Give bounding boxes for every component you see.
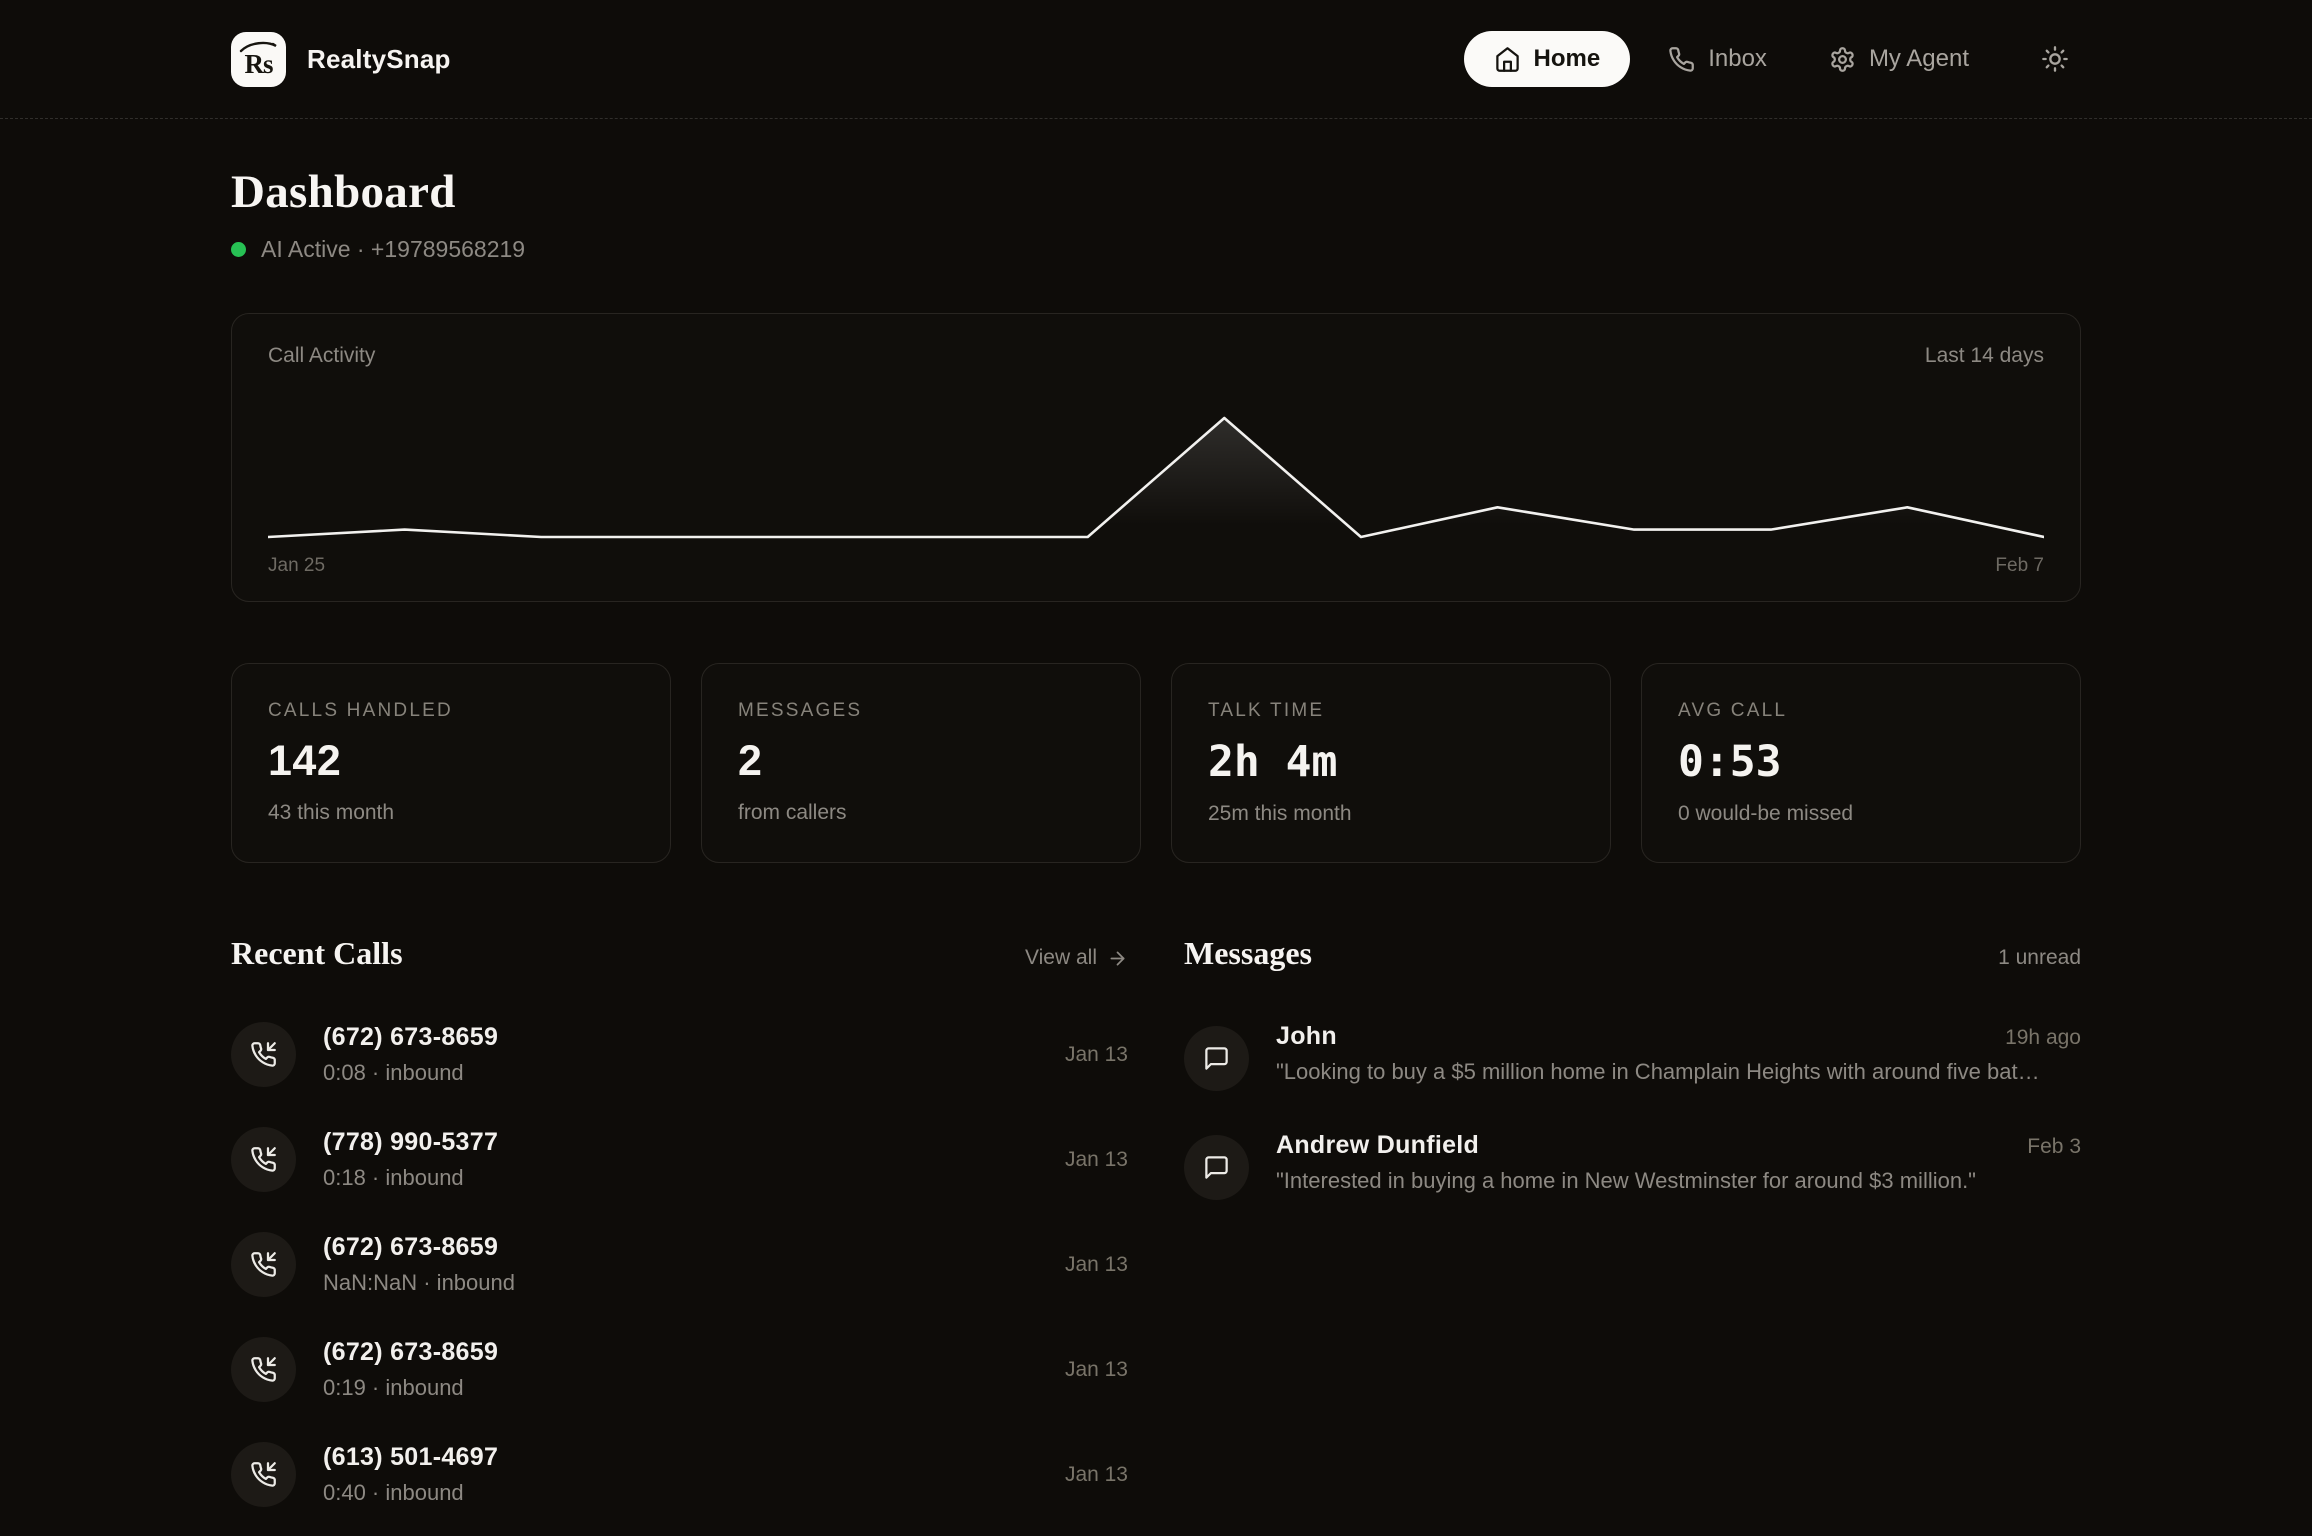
- unread-count-badge: 1 unread: [1998, 946, 2081, 970]
- call-date: Jan 13: [1065, 1148, 1128, 1172]
- call-date: Jan 13: [1065, 1358, 1128, 1382]
- phone-incoming-icon: [231, 1232, 296, 1297]
- call-row[interactable]: (778) 990-5377 0:18 · inbound Jan 13: [231, 1107, 1128, 1212]
- stat-card-messages: MESSAGES 2 from callers: [701, 663, 1141, 863]
- stat-card-avg-call: AVG CALL 0:53 0 would-be missed: [1641, 663, 2081, 863]
- stat-label: CALLS HANDLED: [268, 700, 634, 722]
- call-number: (672) 673-8659: [323, 1233, 1018, 1262]
- page-title: Dashboard: [231, 165, 2081, 219]
- dashboard-page: Dashboard AI Active · +19789568219 Call …: [231, 119, 2081, 1527]
- stat-card-calls-handled: CALLS HANDLED 142 43 this month: [231, 663, 671, 863]
- status-dot: [231, 242, 246, 257]
- message-preview: "Interested in buying a home in New West…: [1276, 1168, 2081, 1194]
- chart-title: Call Activity: [268, 344, 375, 368]
- nav-tab-my-agent-label: My Agent: [1869, 45, 1969, 73]
- brand: Rs RealtySnap: [231, 32, 451, 87]
- call-activity-chart: [268, 384, 2044, 546]
- x-axis-end-label: Feb 7: [1995, 555, 2044, 577]
- x-axis-start-label: Jan 25: [268, 555, 325, 577]
- messages-title: Messages: [1184, 935, 1312, 972]
- logo-monogram: Rs: [244, 51, 272, 87]
- call-meta: 0:18 · inbound: [323, 1165, 1018, 1191]
- ai-status: AI Active · +19789568219: [231, 236, 2081, 263]
- stat-value: 0:53: [1678, 737, 2044, 787]
- phone-incoming-icon: [231, 1337, 296, 1402]
- view-all-calls-link[interactable]: View all: [1025, 946, 1128, 970]
- call-number: (672) 673-8659: [323, 1023, 1018, 1052]
- stat-subtext: 25m this month: [1208, 802, 1574, 826]
- theme-toggle-button[interactable]: [2029, 33, 2081, 85]
- stat-card-talk-time: TALK TIME 2h 4m 25m this month: [1171, 663, 1611, 863]
- call-row[interactable]: (672) 673-8659 NaN:NaN · inbound Jan 13: [231, 1212, 1128, 1317]
- sun-icon: [2041, 45, 2069, 73]
- arrow-right-icon: [1107, 948, 1128, 969]
- stat-subtext: from callers: [738, 801, 1104, 825]
- phone-icon: [1668, 46, 1695, 73]
- top-nav: Rs RealtySnap Home Inbox My: [0, 0, 2312, 119]
- stat-label: MESSAGES: [738, 700, 1104, 722]
- message-time: 19h ago: [2005, 1026, 2081, 1050]
- message-row[interactable]: Andrew Dunfield Feb 3 "Interested in buy…: [1184, 1111, 2081, 1220]
- stat-value: 142: [268, 737, 634, 786]
- message-sender: John: [1276, 1022, 1337, 1051]
- logo-swoosh-icon: [238, 40, 279, 53]
- call-row[interactable]: (613) 501-4697 0:40 · inbound Jan 13: [231, 1422, 1128, 1527]
- stat-subtext: 43 this month: [268, 801, 634, 825]
- nav-tab-inbox[interactable]: Inbox: [1644, 31, 1791, 87]
- call-number: (778) 990-5377: [323, 1128, 1018, 1157]
- call-meta: 0:08 · inbound: [323, 1060, 1018, 1086]
- call-date: Jan 13: [1065, 1253, 1128, 1277]
- gear-icon: [1829, 46, 1856, 73]
- realtysnap-logo: Rs: [231, 32, 286, 87]
- status-text: AI Active · +19789568219: [261, 236, 525, 263]
- call-number: (613) 501-4697: [323, 1443, 1018, 1472]
- brand-name: RealtySnap: [307, 44, 451, 75]
- phone-incoming-icon: [231, 1127, 296, 1192]
- recent-calls-title: Recent Calls: [231, 935, 403, 972]
- call-meta: 0:40 · inbound: [323, 1480, 1018, 1506]
- recent-calls-section: Recent Calls View all (672) 673-8659 0:0…: [231, 935, 1128, 1527]
- nav-tab-home-label: Home: [1534, 45, 1601, 73]
- home-icon: [1494, 46, 1521, 73]
- nav-tab-my-agent[interactable]: My Agent: [1805, 31, 1993, 87]
- call-meta: 0:19 · inbound: [323, 1375, 1018, 1401]
- nav-tab-inbox-label: Inbox: [1708, 45, 1767, 73]
- stats-row: CALLS HANDLED 142 43 this month MESSAGES…: [231, 663, 2081, 863]
- message-bubble-icon: [1184, 1135, 1249, 1200]
- stat-value: 2: [738, 737, 1104, 786]
- stat-subtext: 0 would-be missed: [1678, 802, 2044, 826]
- message-sender: Andrew Dunfield: [1276, 1131, 1479, 1160]
- call-date: Jan 13: [1065, 1463, 1128, 1487]
- message-bubble-icon: [1184, 1026, 1249, 1091]
- phone-incoming-icon: [231, 1022, 296, 1087]
- stat-value: 2h 4m: [1208, 737, 1574, 787]
- call-number: (672) 673-8659: [323, 1338, 1018, 1367]
- main-nav: Home Inbox My Agent: [1464, 31, 2081, 87]
- message-row[interactable]: John 19h ago "Looking to buy a $5 millio…: [1184, 1002, 2081, 1111]
- message-preview: "Looking to buy a $5 million home in Cha…: [1276, 1059, 2081, 1085]
- stat-label: TALK TIME: [1208, 700, 1574, 722]
- call-row[interactable]: (672) 673-8659 0:19 · inbound Jan 13: [231, 1317, 1128, 1422]
- call-meta: NaN:NaN · inbound: [323, 1270, 1018, 1296]
- view-all-label: View all: [1025, 946, 1097, 970]
- phone-incoming-icon: [231, 1442, 296, 1507]
- messages-section: Messages 1 unread John 19h ago "Looking …: [1184, 935, 2081, 1527]
- message-time: Feb 3: [2027, 1135, 2081, 1159]
- stat-label: AVG CALL: [1678, 700, 2044, 722]
- call-activity-card: Call Activity Last 14 days Jan 25 Feb 7: [231, 313, 2081, 602]
- nav-tab-home[interactable]: Home: [1464, 31, 1631, 87]
- line-chart: [268, 384, 2044, 541]
- call-row[interactable]: (672) 673-8659 0:08 · inbound Jan 13: [231, 1002, 1128, 1107]
- call-date: Jan 13: [1065, 1043, 1128, 1067]
- chart-range-label: Last 14 days: [1925, 344, 2044, 368]
